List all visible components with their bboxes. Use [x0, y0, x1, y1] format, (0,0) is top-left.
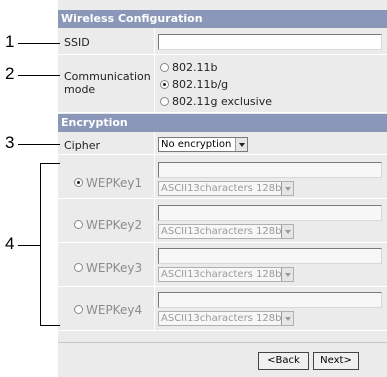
column-divider: [154, 55, 155, 112]
row-divider: [58, 54, 387, 55]
wepkey1-format-select[interactable]: ASCII13characters 128bit: [158, 181, 294, 196]
back-button[interactable]: <Back: [258, 352, 309, 370]
mode-radio-80211bg[interactable]: 802.11b/g: [160, 78, 228, 91]
column-divider: [154, 155, 155, 198]
row-divider: [58, 330, 387, 331]
callout-4-line: [18, 245, 40, 246]
row-divider: [58, 286, 387, 287]
radio-icon: [74, 263, 83, 272]
communication-mode-label-line2: mode: [64, 83, 96, 96]
footer-divider: [58, 342, 387, 343]
radio-icon: [74, 305, 83, 314]
callout-4-bracket-bottom: [40, 325, 60, 326]
row-divider: [58, 112, 387, 113]
callout-1-line: [18, 43, 60, 44]
wepkey1-format-value: ASCII13characters 128bit: [161, 183, 289, 194]
radio-icon: [160, 62, 169, 72]
wepkey2-format-value: ASCII13characters 128bit: [161, 226, 289, 237]
ssid-input[interactable]: [158, 34, 382, 50]
communication-mode-label: Communication mode: [64, 70, 151, 96]
wepkey3-radio[interactable]: WEPKey3: [74, 261, 142, 275]
cipher-label: Cipher: [64, 139, 100, 152]
row-divider: [58, 242, 387, 243]
callout-3: 3: [5, 133, 15, 152]
row-divider: [58, 198, 387, 199]
wepkey3-format-value: ASCII13characters 128bit: [161, 269, 289, 280]
wepkey1-label: WEPKey1: [86, 176, 143, 190]
wepkey4-label: WEPKey4: [86, 303, 143, 317]
wepkey3-format-select[interactable]: ASCII13characters 128bit: [158, 267, 294, 282]
mode-radio-label: 802.11b/g: [172, 78, 229, 91]
callout-3-line: [18, 144, 60, 145]
callout-2-line: [18, 75, 60, 76]
mode-radio-80211g-exclusive[interactable]: 802.11g exclusive: [160, 95, 272, 108]
wepkey4-input[interactable]: [158, 292, 382, 308]
wepkey2-format-select[interactable]: ASCII13characters 128bit: [158, 224, 294, 239]
wepkey2-label: WEPKey2: [86, 218, 143, 232]
chevron-down-icon[interactable]: [235, 138, 247, 151]
cipher-select-value: No encryption: [161, 139, 232, 150]
chevron-down-icon[interactable]: [281, 268, 293, 281]
wepkey3-input[interactable]: [158, 248, 382, 264]
column-divider: [154, 199, 155, 242]
mode-radio-label: 802.11b: [172, 61, 218, 74]
callout-4-bracket: [40, 163, 41, 325]
next-button[interactable]: Next>: [313, 352, 359, 370]
radio-icon: [74, 220, 83, 229]
chevron-down-icon[interactable]: [281, 312, 293, 325]
wepkey3-label: WEPKey3: [86, 261, 143, 275]
wepkey2-radio[interactable]: WEPKey2: [74, 218, 142, 232]
callout-1: 1: [5, 32, 15, 51]
radio-icon: [160, 96, 169, 106]
wepkey1-radio[interactable]: WEPKey1: [74, 176, 142, 190]
callout-4: 4: [5, 234, 15, 253]
ssid-label: SSID: [64, 36, 90, 49]
wepkey1-input[interactable]: [158, 162, 382, 178]
chevron-down-icon[interactable]: [281, 182, 293, 195]
wepkey4-format-select[interactable]: ASCII13characters 128bit: [158, 311, 294, 326]
wepkey2-input[interactable]: [158, 205, 382, 221]
column-divider: [154, 132, 155, 154]
mode-radio-80211b[interactable]: 802.11b: [160, 61, 217, 74]
wepkey4-radio[interactable]: WEPKey4: [74, 303, 142, 317]
radio-selected-icon: [74, 178, 83, 187]
encryption-header: Encryption: [58, 114, 387, 132]
mode-radio-label: 802.11g exclusive: [172, 95, 272, 108]
chevron-down-icon[interactable]: [281, 225, 293, 238]
column-divider: [154, 28, 155, 54]
radio-selected-icon: [160, 79, 169, 89]
cipher-select[interactable]: No encryption: [158, 137, 248, 152]
wireless-config-header: Wireless Configuration: [58, 10, 387, 28]
row-divider: [58, 154, 387, 155]
communication-mode-label-line1: Communication: [64, 70, 151, 83]
column-divider: [154, 243, 155, 286]
callout-4-bracket-top: [40, 163, 60, 164]
wepkey4-format-value: ASCII13characters 128bit: [161, 313, 289, 324]
callout-2: 2: [5, 64, 15, 83]
column-divider: [154, 287, 155, 330]
